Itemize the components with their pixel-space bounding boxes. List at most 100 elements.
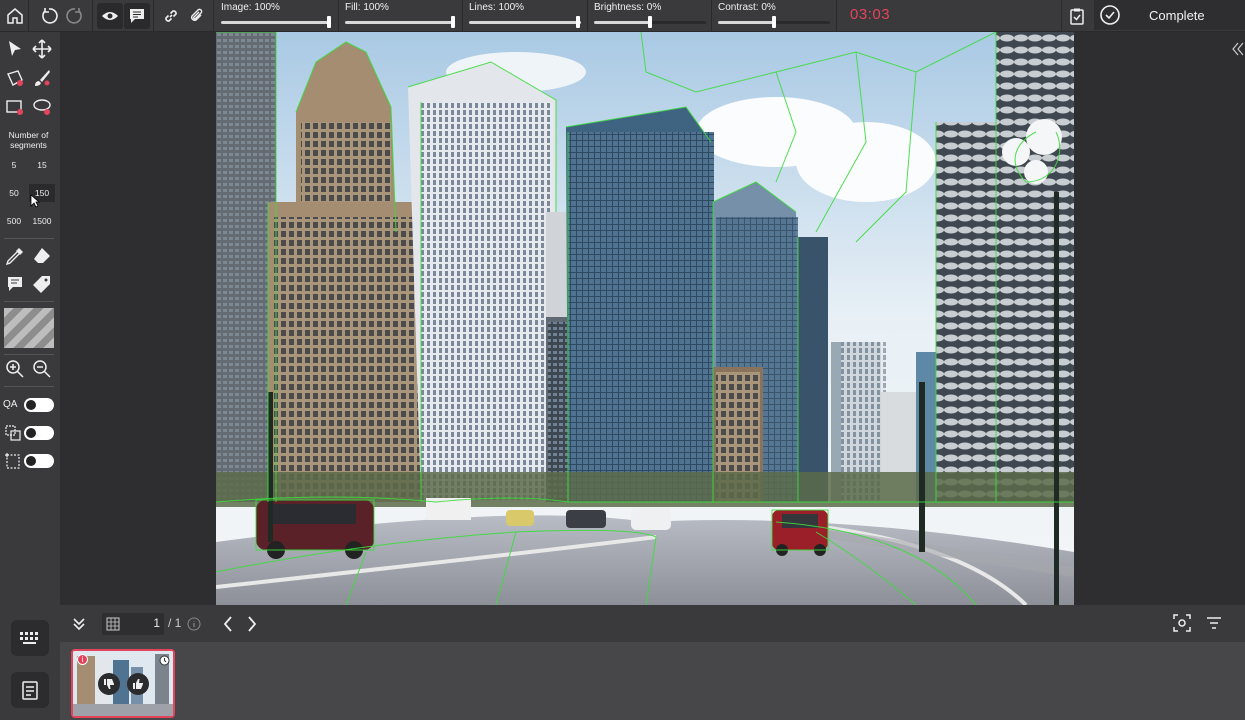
image-slider-label: Image: 100% (221, 2, 280, 13)
select-tool[interactable] (3, 38, 27, 60)
pointer-icon (9, 41, 21, 56)
segments-title: Number of segments (8, 130, 49, 150)
thumbs-down-button[interactable] (98, 673, 120, 695)
page-number-input[interactable]: 1 (140, 616, 160, 630)
box-tool[interactable] (3, 96, 27, 118)
segments-option-5[interactable]: 5 (1, 156, 27, 174)
overlap-toggle[interactable] (24, 426, 54, 440)
complete-button[interactable]: Complete (1094, 0, 1245, 30)
contrast-slider-thumb[interactable] (772, 16, 776, 28)
thumbs-up-icon (133, 679, 143, 689)
comment-tool[interactable] (3, 273, 27, 295)
paperclip-icon (191, 8, 203, 21)
qa-label: QA (3, 399, 18, 410)
lasso-tool[interactable] (30, 96, 54, 118)
zoom-out-button[interactable] (30, 358, 54, 380)
frame-toggle[interactable] (24, 454, 54, 468)
clipboard-check-icon (1070, 8, 1084, 25)
page-total: / 1 (168, 616, 182, 630)
focus-icon[interactable] (1173, 614, 1191, 632)
segments-option-15[interactable]: 15 (29, 156, 55, 174)
comments-button[interactable] (124, 3, 150, 29)
polygon-icon (7, 70, 23, 86)
mouse-cursor-icon (30, 194, 40, 208)
grid-icon (106, 617, 120, 631)
zoom-in-button[interactable] (3, 358, 27, 380)
info-icon[interactable] (187, 617, 201, 631)
thumbs-up-button[interactable] (127, 673, 149, 695)
filter-icon[interactable] (1206, 615, 1222, 631)
fill-slider-thumb[interactable] (451, 16, 455, 28)
eyedropper-tool[interactable] (3, 245, 27, 267)
segments-option-1500[interactable]: 1500 (29, 212, 55, 230)
redo-button[interactable] (62, 3, 88, 29)
fill-pattern-swatch[interactable] (4, 308, 54, 348)
review-checklist-button[interactable] (1064, 3, 1090, 29)
contrast-slider[interactable]: Contrast: 0% (718, 2, 830, 30)
eyedropper-icon (5, 248, 23, 266)
link-icon (165, 10, 177, 22)
comment-icon (130, 9, 144, 23)
clock-icon (159, 655, 170, 666)
home-button[interactable] (2, 3, 28, 29)
lines-slider-label: Lines: 100% (469, 2, 525, 13)
image-thumbnail[interactable]: i (71, 649, 175, 718)
qa-toggle[interactable] (24, 398, 54, 412)
thumb-info-icon: i (77, 654, 88, 665)
redo-icon (66, 8, 82, 24)
tag-tool[interactable] (30, 273, 54, 295)
move-tool[interactable] (30, 38, 54, 60)
fill-slider-label: Fill: 100% (345, 2, 389, 13)
crop-frame-icon (5, 453, 20, 469)
keyboard-icon (20, 632, 38, 644)
lasso-icon (33, 99, 51, 115)
lines-opacity-slider[interactable]: Lines: 100% (469, 2, 581, 30)
eye-icon (102, 12, 118, 20)
box-add-icon (6, 100, 23, 115)
brush-icon (35, 70, 50, 86)
image-opacity-slider[interactable]: Image: 100% (221, 2, 331, 30)
lines-slider-thumb[interactable] (576, 16, 580, 28)
undo-icon (42, 8, 58, 24)
annotation-image[interactable] (216, 32, 1074, 605)
brightness-slider-label: Brightness: 0% (594, 2, 662, 13)
visibility-button[interactable] (97, 3, 123, 29)
fill-opacity-slider[interactable]: Fill: 100% (345, 2, 455, 30)
overlap-icon (5, 425, 21, 441)
brightness-slider-thumb[interactable] (648, 16, 652, 28)
comment-tool-icon (8, 277, 22, 291)
tag-icon (33, 276, 50, 293)
left-toolbar: Number of segments 5 15 50 150 500 1500 … (0, 32, 60, 720)
keyboard-shortcuts-button[interactable] (11, 620, 49, 656)
bottom-navigation-bar (60, 605, 1245, 642)
chevron-left-icon[interactable] (221, 615, 235, 633)
chevrons-down-icon[interactable] (71, 616, 87, 632)
segments-option-50[interactable]: 50 (1, 184, 27, 202)
contrast-slider-label: Contrast: 0% (718, 2, 776, 13)
eraser-tool[interactable] (30, 245, 54, 267)
move-icon (32, 39, 52, 59)
overlap-toggle-icon-wrap (1, 422, 25, 444)
brightness-slider[interactable]: Brightness: 0% (594, 2, 706, 30)
collapse-icon[interactable] (1232, 42, 1244, 56)
zoom-out-icon (33, 360, 51, 378)
thumbnail-strip (60, 642, 1245, 720)
thumbs-down-icon (104, 679, 114, 689)
city-street-photo (216, 32, 1074, 605)
instructions-button[interactable] (11, 672, 49, 708)
polygon-tool[interactable] (3, 67, 27, 89)
segments-option-500[interactable]: 500 (1, 212, 27, 230)
undo-button[interactable] (36, 3, 62, 29)
crop-toggle-icon-wrap (1, 450, 25, 472)
brush-tool[interactable] (30, 67, 54, 89)
top-toolbar: Image: 100% Fill: 100% Lines: 100% Brigh… (0, 0, 1245, 32)
eraser-icon (34, 248, 50, 263)
zoom-in-icon (6, 360, 24, 378)
thumbnail-image (73, 651, 173, 716)
session-timer: 03:03 (850, 6, 891, 23)
attach-button[interactable] (184, 3, 210, 29)
chevron-right-icon[interactable] (245, 615, 259, 633)
notes-icon (22, 681, 38, 700)
link-button[interactable] (158, 3, 184, 29)
image-slider-thumb[interactable] (327, 16, 331, 28)
